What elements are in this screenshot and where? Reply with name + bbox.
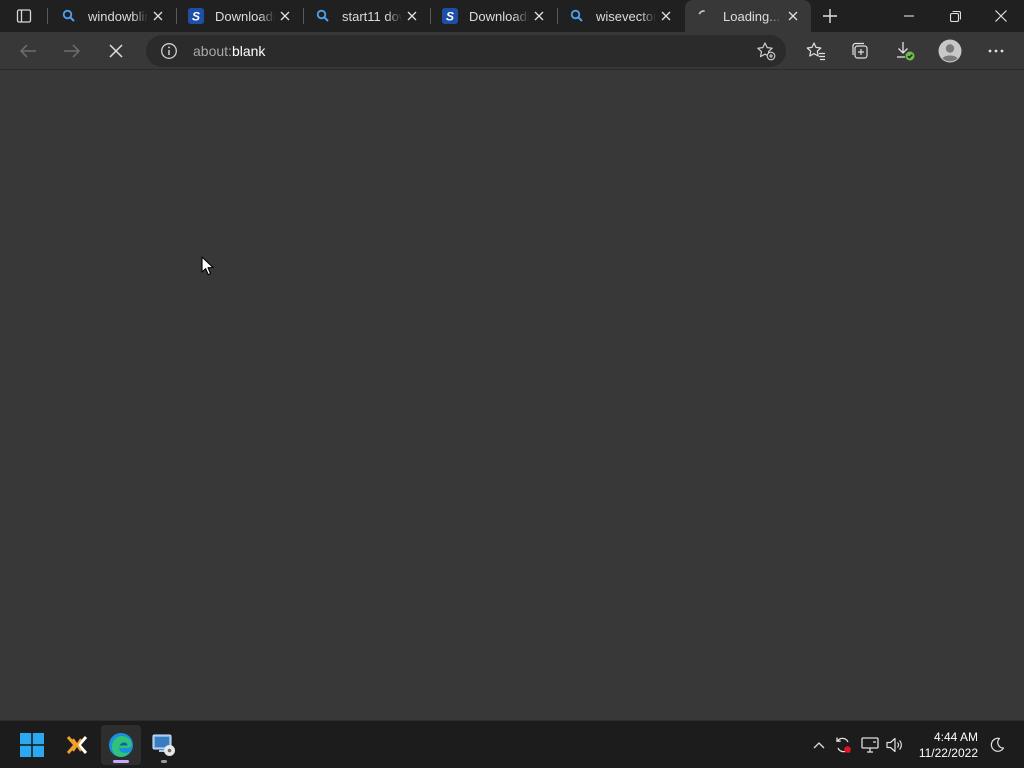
svg-text:S: S [446,10,454,24]
tab-wisevector[interactable]: wisevector [558,0,684,32]
speaker-icon [886,737,902,753]
focus-assist-button[interactable] [987,735,1007,755]
tab-downloading-2[interactable]: S Downloadin [431,0,557,32]
avatar-icon [938,39,962,63]
tab-title: Downloadin [215,8,275,24]
mouse-cursor-icon [201,256,214,276]
address-url[interactable]: about:blank [193,43,265,59]
plus-icon [823,9,837,23]
tab-separator [47,8,48,24]
search-icon [314,7,332,25]
favorites-button[interactable] [800,35,832,67]
close-icon [534,11,544,21]
network-icon [861,737,879,753]
close-icon [788,11,798,21]
forward-button[interactable] [56,35,88,67]
collections-button[interactable] [844,35,876,67]
clock-date: 11/22/2022 [918,746,978,760]
tab-actions-icon [16,9,32,23]
info-icon[interactable] [160,42,178,60]
softpedia-icon: S [187,7,205,25]
downloads-button[interactable] [889,35,921,67]
close-icon [280,11,290,21]
network-tray-button[interactable] [860,735,880,755]
minimize-button[interactable] [886,0,932,32]
back-button[interactable] [12,35,44,67]
url-scheme: about: [193,43,232,59]
url-path: blank [231,43,266,59]
tab-close-button[interactable] [277,8,293,24]
running-app-indicator [161,760,167,763]
add-favorite-icon[interactable] [756,41,776,61]
tab-close-button[interactable] [404,8,420,24]
xampp-app[interactable] [57,725,97,765]
system-clock[interactable]: 4:44 AM 11/22/2022 [919,729,978,761]
sync-tray-button[interactable] [833,735,853,755]
browser-toolbar: about:blank [0,32,1024,70]
loading-spinner-icon [695,7,713,25]
active-app-indicator [113,760,129,763]
tab-title: wisevector [596,8,656,24]
close-icon [153,11,163,21]
restore-button[interactable] [932,0,978,32]
tab-strip: windowblin S Downloadin start11 dow S Do… [0,0,1024,32]
sync-error-icon [836,737,851,753]
xampp-icon [66,736,88,754]
moon-icon [990,737,1005,752]
search-icon [60,7,78,25]
tab-title: windowblin [88,8,148,24]
arrow-right-icon [64,44,81,58]
tab-title: Loading... [723,8,781,24]
page-content[interactable] [0,71,1024,720]
start-button[interactable] [12,725,52,765]
show-hidden-icons-button[interactable] [809,735,829,755]
stop-icon [109,44,123,58]
collections-icon [852,42,868,59]
tab-downloading-1[interactable]: S Downloadin [177,0,303,32]
stop-loading-button[interactable] [100,35,132,67]
close-icon [661,11,671,21]
settings-menu-button[interactable] [980,35,1012,67]
tab-close-button[interactable] [531,8,547,24]
setup-app[interactable] [144,725,184,765]
tab-loading[interactable]: Loading... [685,0,811,32]
new-tab-button[interactable] [816,4,844,28]
taskbar: 4:44 AM 11/22/2022 [0,720,1024,768]
edge-app[interactable] [101,725,141,765]
setup-installer-icon [152,734,175,756]
search-icon [568,7,586,25]
softpedia-icon: S [441,7,459,25]
tab-title: Downloadin [469,8,529,24]
tab-windowblinds[interactable]: windowblin [50,0,176,32]
tab-actions-button[interactable] [10,4,38,28]
volume-tray-button[interactable] [885,735,905,755]
minimize-icon [904,15,914,17]
close-icon [407,11,417,21]
tab-title: start11 dow [342,8,402,24]
tab-close-button[interactable] [150,8,166,24]
arrow-left-icon [19,44,36,58]
restore-icon [949,10,961,22]
close-window-button[interactable] [978,0,1024,32]
tab-close-button[interactable] [658,8,674,24]
address-bar[interactable]: about:blank [146,35,786,67]
profile-button[interactable] [934,35,966,67]
edge-icon [109,733,133,757]
tab-start11[interactable]: start11 dow [304,0,430,32]
clock-time: 4:44 AM [933,730,978,744]
svg-text:S: S [192,10,200,24]
close-icon [995,10,1007,22]
download-complete-icon [897,42,915,61]
favorites-icon [806,42,825,61]
windows-logo-icon [20,733,44,757]
more-horizontal-icon [988,49,1004,53]
tab-close-button[interactable] [785,8,801,24]
chevron-up-icon [813,742,825,749]
